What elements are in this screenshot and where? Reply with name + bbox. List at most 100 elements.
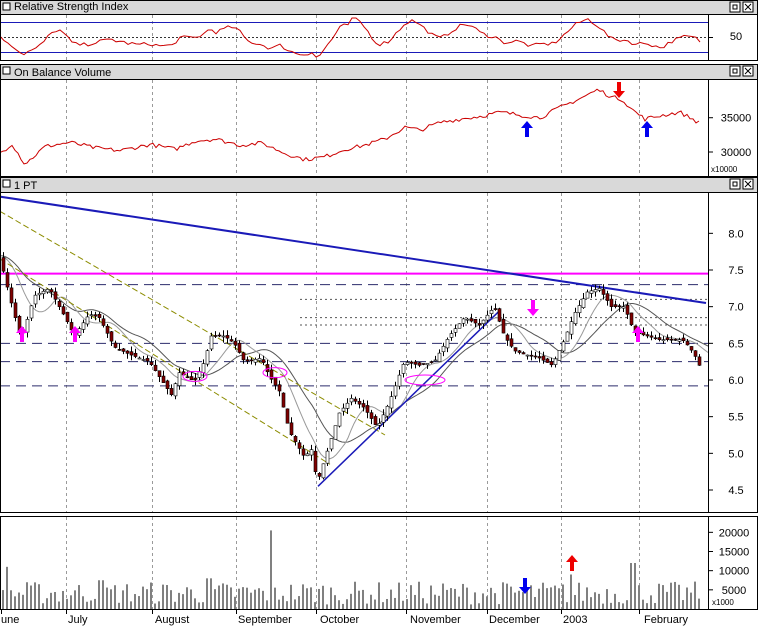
candle-body	[485, 314, 490, 321]
volume-bar	[82, 596, 84, 609]
volume-bar	[30, 585, 32, 609]
candle-body	[69, 322, 74, 331]
volume-bar	[42, 603, 44, 609]
candle-body	[157, 370, 162, 377]
candle-body	[621, 306, 626, 309]
candle-body	[241, 352, 246, 361]
candle-body	[669, 338, 674, 341]
volume-bar	[294, 599, 296, 609]
volume-bar	[90, 600, 92, 609]
candle-body	[333, 425, 338, 440]
volume-bar	[230, 587, 232, 609]
candle-body	[585, 291, 590, 299]
candle-body	[137, 357, 142, 360]
volume-bar	[154, 603, 156, 609]
candle-body	[209, 335, 214, 350]
candle-body	[541, 355, 546, 361]
candle-body	[665, 337, 670, 340]
candle-body	[177, 372, 182, 386]
candle-body	[33, 294, 38, 305]
volume-bar	[490, 587, 492, 609]
volume-bar	[606, 589, 608, 609]
obv-y-tick-label: 30000	[721, 147, 752, 159]
candle-body	[361, 403, 366, 408]
rsi-maximize-icon	[729, 1, 741, 13]
obv-panel-title: On Balance Volume	[14, 67, 111, 79]
volume-bar	[382, 602, 384, 609]
volume-bar	[206, 578, 208, 609]
candle-body	[417, 362, 422, 366]
volume-bar	[414, 594, 416, 609]
candle-body	[397, 374, 402, 387]
stock-chart: une July August September October November Dec…	[0, 0, 758, 627]
volume-bar	[246, 587, 248, 609]
x-axis-label: July	[68, 614, 88, 626]
volume-bar	[162, 584, 164, 609]
obv-title-bar	[1, 65, 757, 79]
candle-body	[685, 341, 690, 346]
volume-bar	[66, 598, 68, 609]
chart-canvas: une July August September October November Dec…	[0, 0, 758, 626]
volume-bar	[134, 594, 136, 609]
candle-body	[565, 331, 570, 342]
candle-body	[393, 385, 398, 397]
candle-body	[473, 319, 478, 324]
price-y-tick-label: 8.0	[728, 228, 743, 240]
volume-bar	[326, 604, 328, 609]
candle-body	[341, 407, 346, 412]
x-axis-label: une	[1, 614, 19, 626]
volume-bar	[94, 598, 96, 609]
obv-panel-frame	[0, 64, 758, 177]
volume-bar	[38, 584, 40, 609]
candle-body	[25, 319, 30, 333]
obv-y-tick-label: 35000	[721, 113, 752, 125]
volume-bar	[346, 599, 348, 609]
candle-body	[697, 356, 702, 366]
volume-y-tick-label: 15000	[719, 547, 750, 559]
x-axis-label: December	[489, 614, 540, 626]
volume-bar	[62, 590, 64, 609]
candle-body	[605, 293, 610, 301]
volume-bar	[194, 598, 196, 609]
obv-menu-icon	[2, 66, 11, 75]
volume-bar	[358, 590, 360, 609]
candle-body	[317, 473, 322, 477]
candle-body	[289, 422, 294, 436]
volume-bar	[370, 594, 372, 609]
volume-bar	[86, 601, 88, 609]
candle-body	[113, 342, 118, 348]
candle-body	[93, 314, 98, 317]
candle-body	[129, 351, 134, 356]
volume-bar	[178, 592, 180, 609]
candle-body	[81, 322, 86, 330]
price-title-bar	[1, 178, 757, 192]
candle-body	[613, 304, 618, 307]
candle-body	[693, 350, 698, 357]
volume-bar	[458, 596, 460, 609]
volume-bar	[626, 600, 628, 609]
volume-bar	[2, 590, 4, 609]
volume-bar	[130, 601, 132, 609]
volume-bar	[378, 582, 380, 609]
candle-body	[429, 361, 434, 363]
volume-bar	[138, 596, 140, 609]
price-y-tick-label: 6.5	[728, 338, 743, 350]
price-y-tick-label: 7.5	[728, 265, 743, 277]
candle-body	[173, 383, 178, 397]
candle-body	[477, 323, 482, 326]
candle-body	[441, 345, 446, 353]
candle-body	[409, 361, 414, 364]
candle-body	[233, 340, 238, 346]
volume-bar	[566, 602, 568, 609]
candle-body	[377, 423, 382, 426]
volume-bar	[286, 601, 288, 609]
candle-body	[405, 362, 410, 365]
candle-body	[593, 289, 598, 293]
volume-bar	[222, 583, 224, 609]
volume-bar	[106, 587, 108, 609]
volume-bar	[334, 595, 336, 609]
volume-bar	[362, 589, 364, 609]
volume-bar	[226, 584, 228, 609]
volume-y-tick-label: 20000	[719, 527, 750, 539]
candle-body	[117, 349, 122, 351]
